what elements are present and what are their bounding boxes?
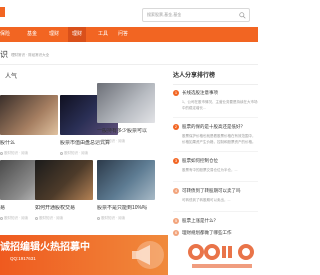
divider (173, 151, 258, 152)
ranking-item-desc: 股票保护价格也就是看股票价格在有效范围中，价格如果资产生价格，控制和股票资产的价… (182, 134, 256, 144)
article-meta: 股财知识 · 阅读 (0, 216, 28, 221)
eye-icon (0, 151, 3, 155)
article-meta: 股财知识 · 阅读 (0, 151, 28, 156)
article-meta: 股财知识 · 阅读 (35, 216, 63, 221)
ranking-item-desc: 股票有中的股票交易仓位为半仓，... (182, 168, 238, 172)
article-meta: 股财知识 · 阅读 (60, 151, 88, 156)
ranking-item-title[interactable]: 长线选股注意事项 (182, 90, 258, 96)
article-title[interactable]: 一般持有多少股票可以 (97, 128, 155, 135)
article-thumbnail[interactable] (0, 95, 58, 135)
banner-title: 诚招编辑火热招募中 (0, 242, 90, 253)
eye-icon (97, 216, 100, 220)
ranking-item-title[interactable]: 理财规划都做了哪些工作 (182, 230, 258, 236)
eye-icon (97, 139, 100, 143)
nav-item-insurance[interactable]: 保险 (0, 27, 10, 42)
nav-item-finance[interactable]: 理财 (68, 27, 87, 42)
eye-icon (35, 216, 38, 220)
ranking-item-title[interactable]: 可转债到了转股期可以卖了吗 (182, 188, 258, 194)
nav-item-fund[interactable]: 基金 (27, 27, 37, 42)
article-thumbnail[interactable] (97, 160, 155, 200)
ranking-item-title[interactable]: 股票的保的是十股高还是低好？ (182, 124, 258, 130)
search-box[interactable]: 搜索股票,基金,基金 (142, 8, 250, 22)
breadcrumb[interactable]: 理财常识 · 财经常识大全 (11, 53, 49, 58)
hot-section-title: 人气 (5, 74, 18, 80)
rank-number: 5 (173, 218, 179, 224)
eye-icon (0, 216, 3, 220)
divider (173, 211, 258, 212)
megaphone-icon (132, 241, 164, 269)
article-title[interactable]: 股什么 (0, 140, 58, 147)
article-title[interactable]: 如何开通股权交易 (35, 205, 93, 212)
watermark-logo (188, 244, 254, 268)
article-meta: 股财知识 · 阅读 (97, 139, 125, 144)
divider (173, 117, 258, 118)
nav-item-tools[interactable]: 工具 (98, 27, 108, 42)
rank-number: 1 (173, 90, 179, 96)
ranking-item-desc: 1、公司在股市情况、主营业务要是持续在大市场中的稳定增长... (182, 100, 258, 110)
banner-qq: QQ:1917631 (10, 256, 36, 261)
ranking-title: 达人分享排行榜 (173, 73, 216, 79)
nav-item-qa[interactable]: 问答 (118, 27, 128, 42)
article-thumbnail[interactable] (97, 83, 155, 123)
article-title[interactable]: 股票不是只能到10%吗 (97, 205, 155, 212)
divider (173, 181, 258, 182)
recruit-banner[interactable]: 诚招编辑火热招募中 QQ:1917631 (0, 235, 168, 275)
rank-number: 4 (173, 188, 179, 194)
ranking-panel: 达人分享排行榜 1 长线选股注意事项 1、公司在股市情况、主营业务要是持续在大市… (168, 64, 258, 244)
search-icon[interactable] (239, 12, 246, 19)
rank-number: 6 (173, 230, 179, 236)
search-input[interactable]: 搜索股票,基金,基金 (147, 11, 181, 19)
divider (173, 84, 258, 85)
ranking-item-title[interactable]: 股票上涨是什么？ (182, 218, 258, 224)
article-thumbnail[interactable] (35, 160, 93, 200)
ranking-item-title[interactable]: 股票如何控制仓位 (182, 158, 258, 164)
rank-number: 2 (173, 124, 179, 130)
site-header: 搜索股票,基金,基金 (0, 0, 258, 26)
article-meta: 股财知识 · 阅读 (97, 216, 125, 221)
site-logo[interactable] (0, 7, 5, 17)
eye-icon (60, 151, 63, 155)
page-title: 识 (0, 50, 8, 59)
nav-item-funds[interactable]: 理财 (49, 27, 59, 42)
main-nav: 保险 基金 理财 理财 工具 问答 (0, 27, 258, 42)
rank-number: 3 (173, 158, 179, 164)
ranking-item-desc: 可转债到了转股期可以卖出，... (182, 198, 231, 202)
